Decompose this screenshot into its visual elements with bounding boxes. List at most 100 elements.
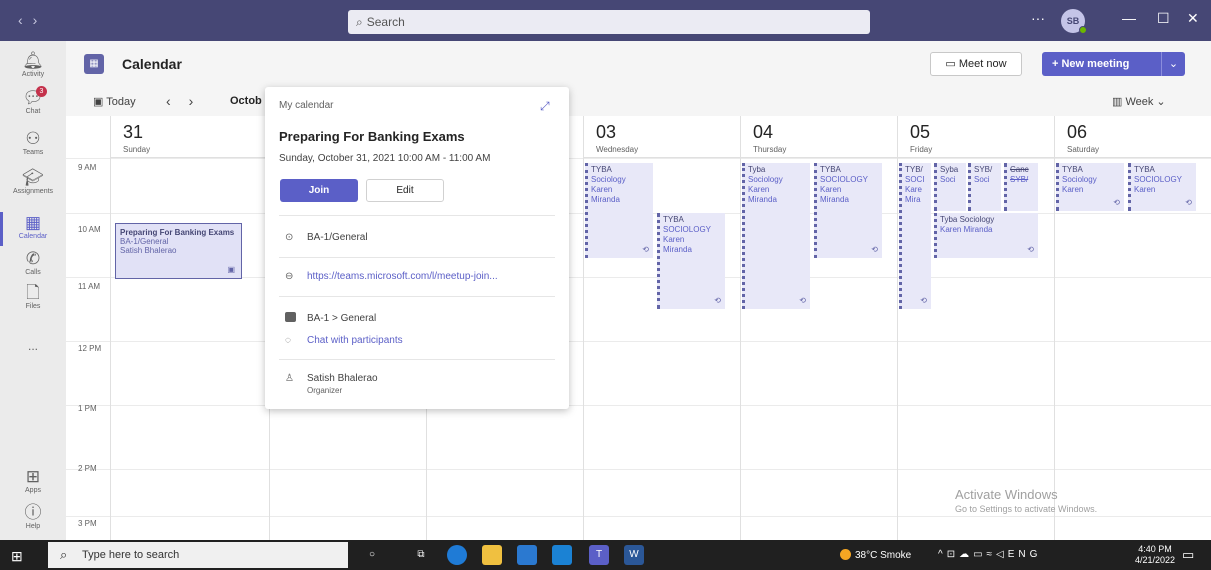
event-line: Karen Miranda [940, 225, 993, 234]
apps-icon: ⊞ [25, 467, 41, 486]
calendar-event[interactable]: Tyba Sociology Karen Miranda ⟲ [742, 163, 810, 309]
language-indicator[interactable]: ENG [1008, 549, 1042, 560]
weather-widget[interactable]: 38°C Smoke [840, 549, 911, 561]
month-label[interactable]: Octob [230, 95, 262, 107]
event-line: Sociology [591, 175, 626, 184]
calendar-event[interactable]: TYBA SOCIOLOGY Karen ⟲ [1128, 163, 1196, 211]
volume-icon[interactable]: ◁ [996, 549, 1008, 560]
forward-arrow-icon[interactable]: › [33, 12, 48, 28]
day-column[interactable]: 31 Sunday [110, 116, 269, 540]
wifi-icon[interactable]: ≈ [987, 549, 997, 560]
rail-item-calls[interactable]: ✆ Calls [0, 249, 66, 276]
day-number: 04 [753, 122, 774, 142]
notifications-icon[interactable]: ▭ [1182, 547, 1194, 563]
battery-icon[interactable]: ▭ [973, 549, 986, 560]
chevron-down-icon[interactable]: ⌄ [1161, 52, 1185, 76]
view-switcher[interactable]: ▥ Week ⌄ [1112, 95, 1166, 108]
location-icon: ⊙ [285, 232, 294, 243]
rail-item-apps[interactable]: ⊞ Apps [0, 467, 66, 494]
day-header[interactable]: 04 Thursday [741, 116, 897, 158]
recurring-icon: ⟲ [920, 296, 927, 305]
event-title: Tyba [748, 165, 766, 174]
event-line: Miranda [591, 195, 620, 204]
close-icon[interactable]: ✕ [1187, 10, 1199, 27]
calendar-event[interactable]: TYBA SOCIOLOGY Karen Miranda ⟲ [814, 163, 882, 258]
edge-icon[interactable] [447, 545, 467, 565]
teams-taskbar-icon[interactable]: T [589, 545, 609, 565]
event-line: SYB/ [1010, 175, 1029, 184]
meeting-link[interactable]: ⊖ https://teams.microsoft.com/l/meetup-jo… [285, 271, 498, 282]
rail-item-teams[interactable]: ⚇ Teams [0, 129, 66, 156]
day-header[interactable]: 03 Wednesday [584, 116, 740, 158]
calendar-event[interactable]: TYBA Sociology Karen Miranda ⟲ [585, 163, 653, 258]
rail-label: Chat [25, 108, 41, 115]
calendar-event[interactable]: TYB/SOCI Kare Mira ⟲ [899, 163, 931, 309]
calendar-event-cancelled[interactable]: Canc SYB/ [1004, 163, 1038, 211]
cortana-icon[interactable]: ○ [362, 545, 382, 565]
prev-week-icon[interactable]: ‹ [166, 93, 189, 109]
calendar-event[interactable]: SYB/Soci [968, 163, 1001, 211]
search-input[interactable]: ⌕ Search [348, 10, 870, 34]
rail-item-files[interactable]: 🗋 Files [0, 283, 66, 310]
avatar[interactable]: SB [1061, 9, 1087, 34]
expand-icon[interactable]: ⤢ [540, 99, 550, 114]
calendar-event[interactable]: Syba Soci [934, 163, 966, 211]
more-options-icon[interactable]: ··· [1031, 10, 1045, 26]
next-week-icon[interactable]: › [189, 93, 212, 109]
word-icon[interactable]: W [624, 545, 644, 565]
event-line: SOCIOLOGY [1134, 175, 1183, 184]
rail-item-chat[interactable]: 💬︎ 3 Chat [0, 86, 66, 115]
location-text: BA-1/General [307, 232, 368, 243]
event-title: Canc [1010, 165, 1029, 174]
popup-title: Preparing For Banking Exams [279, 129, 465, 144]
day-header[interactable]: 31 Sunday [111, 116, 269, 158]
minimize-icon[interactable]: — [1122, 10, 1136, 26]
time-label: 2 PM [78, 464, 97, 473]
today-button[interactable]: ▣ Today [93, 95, 136, 108]
day-header[interactable]: 06 Saturday [1055, 116, 1211, 158]
page-title: Calendar [122, 56, 182, 72]
taskbar-search[interactable]: ⌕ Type here to search [48, 542, 348, 568]
link-text: https://teams.microsoft.com/l/meetup-joi… [307, 271, 498, 282]
join-button[interactable]: Join [280, 179, 358, 202]
store-icon[interactable] [517, 545, 537, 565]
weather-text: 38°C Smoke [855, 550, 912, 561]
system-tray[interactable]: ^⊡☁▭≈◁ENG [938, 549, 1041, 560]
file-explorer-icon[interactable] [482, 545, 502, 565]
divider [279, 215, 555, 216]
maximize-icon[interactable]: ☐ [1157, 10, 1170, 27]
channel-row[interactable]: BA-1 > General [285, 312, 376, 324]
calendar-event[interactable]: TYBA Sociology Karen ⟲ [1056, 163, 1124, 211]
selected-event[interactable]: Preparing For Banking Exams BA-1/General… [115, 223, 242, 279]
more-icon: ... [27, 339, 38, 353]
rail-item-activity[interactable]: 🔔︎ Activity [0, 51, 66, 78]
network-icon[interactable]: ⊡ [947, 549, 959, 560]
cloud-icon[interactable]: ☁ [959, 549, 973, 560]
task-view-icon[interactable]: ⧉ [411, 545, 431, 565]
event-title: TYB/ [905, 165, 923, 174]
rail-item-calendar[interactable]: ▦ Calendar [0, 213, 66, 240]
rail-label: Assignments [12, 188, 54, 195]
rail-item-more[interactable]: ... [0, 339, 66, 353]
rail-item-assignments[interactable]: 🎓︎ Assignments [0, 168, 66, 195]
rail-item-help[interactable]: ⓘ Help [0, 503, 66, 530]
teams-meeting-icon: ▣ [227, 265, 235, 274]
back-arrow-icon[interactable]: ‹ [18, 12, 33, 28]
chevron-up-icon[interactable]: ^ [938, 549, 947, 560]
event-line: Karen [1062, 185, 1084, 194]
meet-now-button[interactable]: ▭ Meet now [930, 52, 1022, 76]
person-icon: ♙ [285, 373, 294, 384]
chat-participants-link[interactable]: ◌ Chat with participants [285, 335, 403, 346]
phone-icon: ✆ [25, 249, 41, 268]
calendar-event[interactable]: Tyba Sociology Karen Miranda ⟲ [934, 213, 1038, 258]
new-meeting-button[interactable]: + New meeting ⌄ [1042, 52, 1185, 76]
windows-start-icon[interactable]: ⊞ [11, 548, 23, 565]
event-line: Soci [974, 175, 990, 184]
calendar-icon: ▦ [24, 213, 42, 232]
edit-button[interactable]: Edit [366, 179, 444, 202]
popup-time: Sunday, October 31, 2021 10:00 AM - 11:0… [279, 153, 491, 164]
mail-icon[interactable] [552, 545, 572, 565]
clock[interactable]: 4:40 PM 4/21/2022 [1135, 544, 1175, 566]
calendar-event[interactable]: TYBA SOCIOLOGY Karen Miranda ⟲ [657, 213, 725, 309]
day-header[interactable]: 05 Friday [898, 116, 1054, 158]
